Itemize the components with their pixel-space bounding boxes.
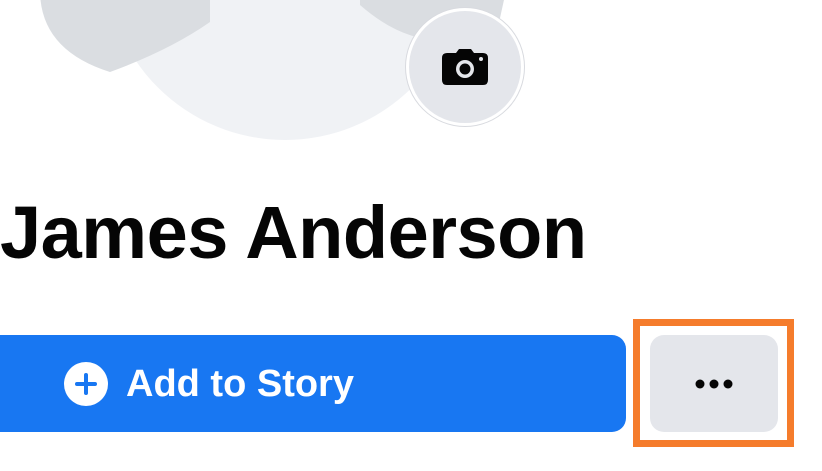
more-options-button[interactable] (650, 335, 778, 432)
plus-circle-icon (64, 361, 108, 406)
profile-name: James Anderson (0, 191, 587, 274)
camera-icon (442, 49, 488, 85)
add-to-story-button[interactable]: Add to Story (0, 335, 626, 432)
change-profile-photo-button[interactable] (406, 8, 524, 126)
profile-screen: James Anderson Add to Story (0, 0, 822, 471)
more-horizontal-icon (695, 379, 733, 388)
add-to-story-label: Add to Story (126, 362, 354, 405)
